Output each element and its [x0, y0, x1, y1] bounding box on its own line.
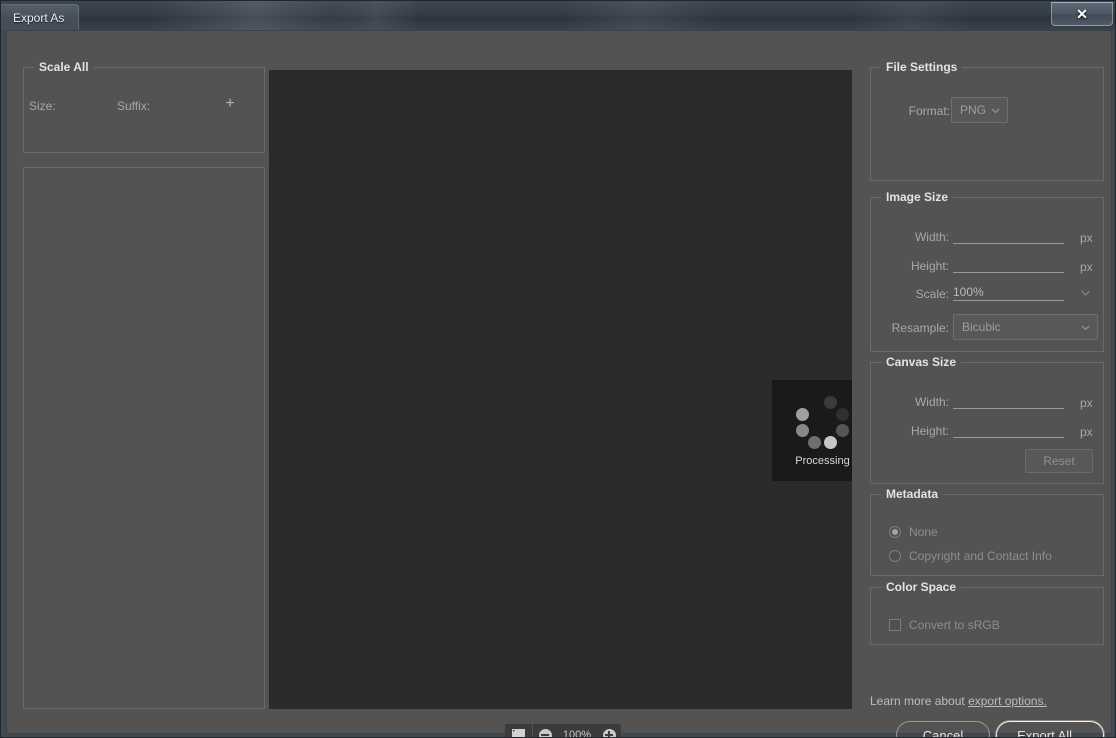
- canvas-size-legend: Canvas Size: [881, 355, 962, 369]
- canvas-height-input[interactable]: [953, 421, 1064, 438]
- scale-all-legend: Scale All: [34, 60, 94, 74]
- convert-to-srgb-checkbox-row[interactable]: Convert to sRGB: [889, 618, 1000, 632]
- minus-circle-icon: [538, 728, 552, 737]
- metadata-option-none-label: None: [909, 525, 938, 539]
- spinner-dot: [796, 424, 810, 438]
- add-scale-preset-button[interactable]: +: [221, 95, 239, 113]
- radio-icon: [889, 550, 901, 562]
- radio-icon: [889, 526, 901, 538]
- close-icon: ✕: [1076, 6, 1088, 22]
- export-options-link[interactable]: export options.: [968, 694, 1047, 708]
- canvas-reset-label: Reset: [1043, 454, 1075, 468]
- window-title-bar: Export As ✕: [1, 1, 1115, 30]
- window-title: Export As: [13, 10, 65, 25]
- zoom-out-button[interactable]: [533, 724, 557, 737]
- window-title-tab: Export As: [1, 4, 80, 30]
- resample-value: Bicubic: [962, 320, 1001, 334]
- canvas-reset-button[interactable]: Reset: [1025, 449, 1093, 473]
- learn-more-prefix: Learn more about: [870, 694, 969, 708]
- image-height-input[interactable]: [953, 256, 1064, 273]
- plus-icon: +: [225, 95, 235, 112]
- canvas-height-unit: px: [1080, 425, 1093, 439]
- spinner-dot: [824, 435, 838, 449]
- color-space-group: Color Space: [870, 580, 1104, 645]
- preview-canvas[interactable]: Processing: [269, 70, 852, 709]
- convert-to-srgb-label: Convert to sRGB: [909, 618, 1000, 632]
- titlebar-highlight-streak: [331, 1, 421, 30]
- export-all-button-label: Export All...: [1017, 727, 1083, 738]
- export-all-button[interactable]: Export All...: [996, 721, 1104, 738]
- suffix-label: Suffix:: [117, 99, 151, 113]
- format-value: PNG: [960, 103, 987, 117]
- plus-circle-icon: [602, 728, 616, 737]
- image-width-label: Width:: [914, 230, 949, 244]
- image-scale-value: 100%: [953, 285, 984, 299]
- metadata-legend: Metadata: [881, 487, 944, 501]
- metadata-option-none[interactable]: None: [889, 525, 938, 539]
- zoom-in-button[interactable]: [597, 724, 621, 737]
- chevron-down-icon: [1081, 323, 1090, 332]
- fit-to-screen-button[interactable]: [505, 724, 533, 737]
- scale-chevron-down-icon[interactable]: [1080, 287, 1091, 298]
- image-height-unit: px: [1080, 260, 1093, 274]
- processing-overlay: Processing: [772, 380, 852, 481]
- titlebar-highlight-streak: [851, 1, 971, 30]
- titlebar-highlight-streak: [561, 1, 721, 30]
- checkbox-icon: [889, 619, 901, 631]
- zoom-level-value: 100%: [562, 729, 592, 738]
- titlebar-highlight-streak: [151, 1, 361, 30]
- color-space-legend: Color Space: [881, 580, 962, 594]
- export-preset-list[interactable]: [23, 167, 265, 709]
- spinner-dot: [835, 407, 849, 421]
- canvas-height-label: Height:: [910, 424, 949, 438]
- resample-dropdown[interactable]: Bicubic: [953, 314, 1098, 340]
- image-size-legend: Image Size: [881, 190, 954, 204]
- image-height-label: Height:: [910, 259, 949, 273]
- format-dropdown[interactable]: PNG: [951, 97, 1008, 123]
- canvas-width-unit: px: [1080, 396, 1093, 410]
- dialog-client-area: Scale All Size: Suffix: + Processing 100…: [6, 30, 1112, 737]
- format-label: Format:: [908, 104, 950, 118]
- resample-label: Resample:: [891, 321, 949, 335]
- file-settings-group: File Settings: [870, 60, 1104, 181]
- fit-to-screen-icon: [512, 728, 525, 737]
- processing-label: Processing: [795, 454, 850, 467]
- spinner-dot: [824, 396, 838, 410]
- image-scale-input[interactable]: 100%: [953, 284, 1064, 301]
- spinner-dot: [835, 424, 849, 438]
- metadata-option-copyright[interactable]: Copyright and Contact Info: [889, 549, 1052, 563]
- size-label: Size:: [29, 99, 56, 113]
- spinner-dot: [796, 407, 810, 421]
- cancel-button[interactable]: Cancel: [896, 721, 990, 738]
- loading-spinner-icon: [795, 395, 851, 451]
- zoom-toolbar: 100%: [505, 724, 621, 738]
- cancel-button-label: Cancel: [922, 727, 964, 738]
- file-settings-legend: File Settings: [881, 60, 963, 74]
- image-width-unit: px: [1080, 231, 1093, 245]
- export-as-window: Export As ✕ Scale All Size: Suffix: + Pr…: [0, 0, 1116, 738]
- learn-more-text: Learn more about export options.: [870, 694, 1047, 708]
- close-button[interactable]: ✕: [1051, 2, 1113, 26]
- image-scale-label: Scale:: [915, 287, 949, 301]
- image-width-input[interactable]: [953, 227, 1064, 244]
- metadata-option-copyright-label: Copyright and Contact Info: [909, 549, 1052, 563]
- spinner-dot: [807, 435, 821, 449]
- canvas-width-input[interactable]: [953, 392, 1064, 409]
- chevron-down-icon: [991, 106, 1000, 115]
- canvas-width-label: Width:: [914, 395, 949, 409]
